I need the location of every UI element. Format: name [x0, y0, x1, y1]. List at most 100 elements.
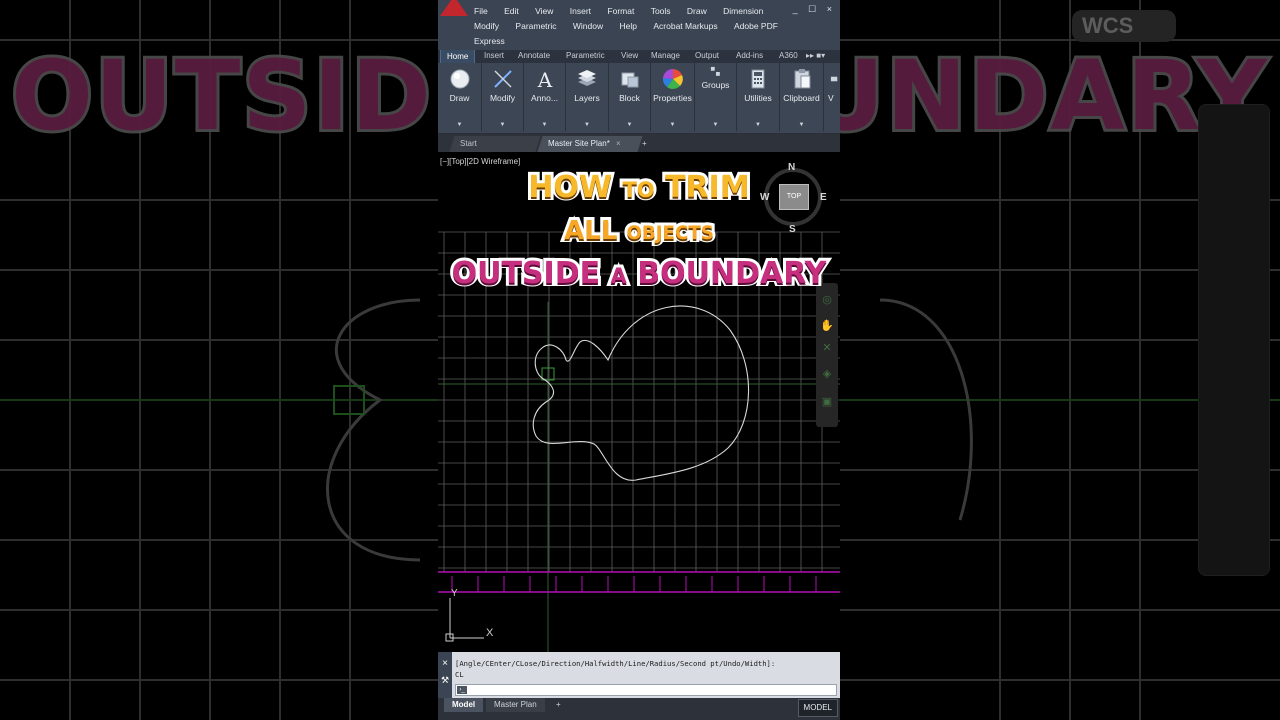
- block-icon: [621, 72, 638, 88]
- viewport-controls[interactable]: [−][Top][2D Wireframe]: [440, 157, 520, 166]
- layers-icon: [578, 70, 596, 86]
- menu-insert[interactable]: Insert: [570, 4, 591, 19]
- command-line: × ⚒ [Angle/CEnter/CLose/Direction/Halfwi…: [438, 652, 840, 698]
- panel-clipboard-label: Clipboard: [783, 93, 820, 103]
- panel-annotation[interactable]: A Anno... ▼: [524, 63, 566, 131]
- menu-file[interactable]: File: [474, 4, 488, 19]
- panel-groups-label: Groups: [701, 80, 730, 90]
- panel-utilities[interactable]: Utilities ▼: [737, 63, 780, 131]
- chevron-down-icon: ▼: [541, 122, 548, 128]
- chevron-down-icon: ▼: [626, 122, 633, 128]
- tab-annotate[interactable]: Annotate: [518, 51, 550, 60]
- chevron-down-icon: ▼: [669, 122, 676, 128]
- panel-properties[interactable]: Properties ▼: [651, 63, 695, 131]
- model-space-button[interactable]: MODEL: [797, 699, 838, 717]
- menu-help[interactable]: Help: [620, 19, 637, 34]
- panel-clipboard[interactable]: Clipboard ▼: [780, 63, 824, 131]
- tab-home[interactable]: Home: [440, 50, 476, 63]
- layout-tab-master-plan[interactable]: Master Plan: [486, 698, 545, 712]
- zoom-icon[interactable]: ✕: [819, 341, 835, 355]
- panel-modify-label: Modify: [489, 93, 516, 103]
- steering-wheel-icon[interactable]: ◎: [819, 293, 835, 307]
- panel-layers[interactable]: Layers ▼: [566, 63, 609, 131]
- chevron-down-icon: ▼: [456, 122, 463, 128]
- close-icon[interactable]: ×: [616, 136, 621, 152]
- navigation-bar: ◎ ✋ ✕ ◈ ▣: [816, 283, 838, 427]
- tab-manage[interactable]: Manage: [651, 51, 680, 60]
- orbit-icon[interactable]: ◈: [819, 367, 835, 381]
- clipboard-icon: [794, 69, 810, 89]
- panel-draw-label: Draw: [449, 93, 470, 103]
- ribbon-more-tabs-button[interactable]: ▸▸ ■▾: [806, 51, 825, 60]
- background-navbar: [1198, 104, 1270, 576]
- menu-parametric[interactable]: Parametric: [515, 19, 556, 34]
- ucs-y-label: Y: [451, 588, 458, 599]
- tab-parametric[interactable]: Parametric: [566, 51, 605, 60]
- tab-output[interactable]: Output: [695, 51, 719, 60]
- view-icon: [830, 76, 838, 82]
- panel-block[interactable]: Block ▼: [609, 63, 651, 131]
- prompt-icon: ›_: [457, 686, 467, 694]
- overlay-word-trim: TRIM: [662, 167, 753, 208]
- overlay-word-all: ALL: [561, 213, 620, 249]
- menu-window[interactable]: Window: [573, 19, 603, 34]
- menu-bar: File Edit View Insert Format Tools Draw …: [438, 0, 840, 50]
- overlay-word-boundary: BOUNDARY: [634, 253, 829, 294]
- tab-a360[interactable]: A360: [779, 51, 798, 60]
- tab-add-ins[interactable]: Add-ins: [736, 51, 763, 60]
- menu-items: File Edit View Insert Format Tools Draw …: [474, 4, 804, 49]
- panel-groups[interactable]: Groups ▼: [695, 63, 737, 131]
- close-icon[interactable]: ×: [438, 658, 452, 669]
- group-icon: [710, 66, 720, 76]
- menu-modify[interactable]: Modify: [474, 19, 499, 34]
- window-controls[interactable]: _ ☐ ×: [793, 4, 836, 15]
- ribbon: Draw ▼ Modify ▼ A Anno... ▼ Layers ▼ Blo…: [438, 63, 840, 134]
- panel-draw[interactable]: Draw ▼: [438, 63, 482, 131]
- menu-format[interactable]: Format: [607, 4, 634, 19]
- showmotion-icon[interactable]: ▣: [819, 395, 835, 409]
- menu-acrobat-markups[interactable]: Acrobat Markups: [653, 19, 717, 34]
- panel-block-label: Block: [619, 93, 640, 103]
- overlay-word-a: A: [607, 261, 629, 291]
- command-input[interactable]: ›_: [455, 684, 837, 696]
- document-tabs: Start Master Site Plan* × +: [438, 134, 840, 152]
- chevron-down-icon: ▼: [584, 122, 590, 128]
- draw-circle-icon: [450, 69, 469, 89]
- menu-view[interactable]: View: [535, 4, 553, 19]
- command-history-line-2: CL: [455, 670, 464, 679]
- chevron-down-icon: ▼: [755, 122, 761, 128]
- menu-edit[interactable]: Edit: [504, 4, 519, 19]
- tab-insert[interactable]: Insert: [484, 51, 504, 60]
- overlay-word-to: TO: [619, 175, 657, 205]
- layout-status-bar: Model Master Plan + MODEL: [438, 698, 840, 720]
- pan-hand-icon[interactable]: ✋: [819, 319, 835, 333]
- overlay-word-objects: OBJECTS: [623, 220, 716, 247]
- add-layout-button[interactable]: +: [548, 698, 569, 712]
- command-history: [Angle/CEnter/CLose/Direction/Halfwidth/…: [455, 658, 775, 680]
- application-menu-button[interactable]: [440, 0, 468, 16]
- overlay-line-1: HOW TO TRIM: [438, 167, 840, 208]
- color-wheel-icon: [662, 68, 683, 89]
- command-line-handle[interactable]: × ⚒: [438, 652, 452, 698]
- tab-master-site-plan[interactable]: Master Site Plan* ×: [537, 136, 643, 152]
- tab-view[interactable]: View: [621, 51, 638, 60]
- menu-adobe-pdf[interactable]: Adobe PDF: [734, 19, 778, 34]
- layout-tab-model[interactable]: Model: [444, 698, 484, 712]
- overlay-line-2: ALL OBJECTS: [438, 213, 840, 249]
- wrench-icon[interactable]: ⚒: [438, 675, 452, 686]
- menu-tools[interactable]: Tools: [651, 4, 671, 19]
- overlay-word-how: HOW: [525, 167, 615, 208]
- menu-express[interactable]: Express: [474, 34, 505, 49]
- command-history-line-1: [Angle/CEnter/CLose/Direction/Halfwidth/…: [455, 659, 776, 668]
- chevron-down-icon: ▼: [712, 122, 719, 128]
- ucs-x-label: X: [486, 627, 494, 639]
- background-wcs-label: WCS: [1072, 10, 1176, 42]
- autocad-window: File Edit View Insert Format Tools Draw …: [438, 0, 840, 720]
- new-tab-button[interactable]: +: [634, 136, 655, 152]
- panel-modify[interactable]: Modify ▼: [482, 63, 524, 131]
- text-a-icon: A: [536, 68, 552, 90]
- tab-start[interactable]: Start: [449, 136, 541, 152]
- menu-draw[interactable]: Draw: [687, 4, 707, 19]
- panel-view[interactable]: V: [824, 63, 840, 131]
- menu-dimension[interactable]: Dimension: [723, 4, 763, 19]
